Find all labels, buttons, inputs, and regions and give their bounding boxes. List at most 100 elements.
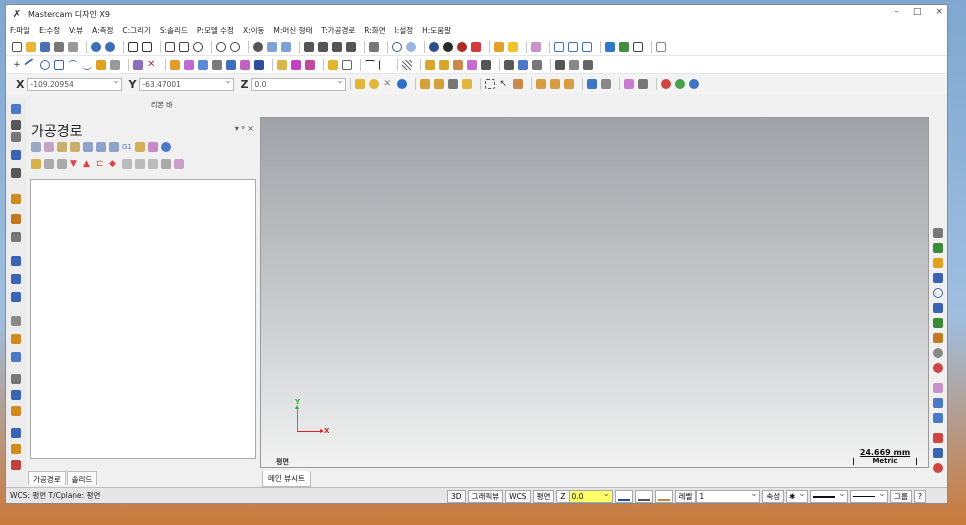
clear-icon[interactable]: ✕ xyxy=(383,79,393,89)
z-depth-input[interactable]: 0.0 xyxy=(568,488,613,503)
r-ban-icon[interactable] xyxy=(933,463,943,473)
xform-offset-icon[interactable] xyxy=(226,59,236,70)
dim-icon[interactable] xyxy=(933,228,943,238)
ok-icon[interactable] xyxy=(675,79,686,89)
r-curve-icon[interactable] xyxy=(933,273,943,283)
gview-iso-icon[interactable] xyxy=(281,41,291,52)
menu-toolpaths[interactable]: T:가공경로 xyxy=(321,25,355,36)
solids-select-icon[interactable] xyxy=(462,79,473,89)
3d-toggle-button[interactable]: 3D xyxy=(447,489,466,503)
unzoom-icon[interactable] xyxy=(216,41,226,52)
verify-select-icon[interactable] xyxy=(513,79,524,89)
close-button[interactable]: × xyxy=(935,7,943,17)
line-icon[interactable] xyxy=(24,57,38,72)
highfeed-icon[interactable] xyxy=(148,142,158,152)
repaint-icon[interactable] xyxy=(142,41,152,52)
drafting-icon[interactable] xyxy=(11,232,21,242)
post-ops-icon[interactable] xyxy=(135,142,145,152)
lock-icon[interactable] xyxy=(31,159,41,169)
stock-icon[interactable] xyxy=(453,59,463,70)
right-view-icon[interactable] xyxy=(332,41,342,52)
xform-stretch-icon[interactable] xyxy=(254,59,264,70)
zoom-out-icon[interactable] xyxy=(230,41,240,52)
settings-icon[interactable] xyxy=(161,159,171,169)
solid-cyl-icon[interactable] xyxy=(11,214,21,224)
r-plus-icon[interactable] xyxy=(933,258,943,268)
tool-2-icon[interactable] xyxy=(11,390,21,400)
r-sphere-icon[interactable] xyxy=(933,348,943,358)
menu-xform[interactable]: X:이동 xyxy=(243,25,264,36)
toggle-posting-icon[interactable] xyxy=(57,159,67,169)
menu-edit[interactable]: E:수정 xyxy=(39,25,60,36)
level-input[interactable]: 1 xyxy=(696,488,761,503)
chamfer-icon[interactable] xyxy=(110,59,120,70)
menu-solids[interactable]: S:솔리드 xyxy=(160,25,188,36)
undo-icon[interactable] xyxy=(91,41,101,52)
graphics-viewport[interactable]: Y X 평면 24.669 mm Metric xyxy=(260,117,929,468)
menu-help[interactable]: H:도움말 xyxy=(422,25,451,36)
z-coord-input[interactable]: 0.0 xyxy=(251,76,347,91)
brush-icon[interactable] xyxy=(531,41,541,52)
gview-button[interactable]: 그래픽뷰 xyxy=(467,489,504,503)
minimize-button[interactable]: – xyxy=(894,7,899,17)
wireframe-icon[interactable] xyxy=(392,41,402,52)
solid-revolve-icon[interactable] xyxy=(291,59,301,70)
fillet-icon[interactable] xyxy=(96,59,106,70)
iso-view-icon[interactable] xyxy=(346,41,356,52)
r-circle-icon[interactable] xyxy=(933,288,943,298)
grid-dots-icon[interactable] xyxy=(11,352,21,362)
r-arc-icon[interactable] xyxy=(933,303,943,313)
note-icon[interactable] xyxy=(328,59,338,70)
color-pencil-2-icon[interactable] xyxy=(508,41,518,52)
mask-arc-icon[interactable] xyxy=(638,79,649,89)
print-icon[interactable] xyxy=(54,41,64,52)
select-icon[interactable] xyxy=(11,104,21,114)
zoom-window-icon[interactable] xyxy=(165,41,175,52)
autocursor-icon[interactable] xyxy=(369,79,380,89)
image-icon[interactable] xyxy=(633,41,643,52)
leader-icon[interactable] xyxy=(342,59,352,70)
xform-rotate-icon[interactable] xyxy=(184,59,194,70)
analyze-icon[interactable] xyxy=(554,41,564,52)
point-icon[interactable]: + xyxy=(12,60,22,70)
help-button[interactable]: ? xyxy=(913,489,926,503)
menu-create[interactable]: C:그리기 xyxy=(122,25,150,36)
surface-icon[interactable] xyxy=(11,150,21,160)
wire-point-icon[interactable] xyxy=(11,120,21,130)
front-view-icon[interactable] xyxy=(318,41,328,52)
pointer-icon[interactable]: ↖ xyxy=(499,79,509,89)
select-failed-ops-icon[interactable] xyxy=(44,142,54,152)
solid-face-icon[interactable] xyxy=(587,79,598,89)
shaded-edges-icon[interactable] xyxy=(443,41,453,52)
tab-solids[interactable]: 솔리드 xyxy=(66,471,98,485)
y-coord-input[interactable]: -63.47001 xyxy=(139,76,235,91)
stock-model-icon[interactable] xyxy=(11,334,21,344)
point-style-select[interactable]: ✱ xyxy=(786,488,809,503)
xform-roll-icon[interactable] xyxy=(240,59,250,70)
backplot-ops-icon[interactable] xyxy=(83,142,93,152)
menu-view[interactable]: V:뷰 xyxy=(69,25,83,36)
window-select-icon[interactable] xyxy=(485,79,496,89)
wire-line-icon[interactable] xyxy=(11,132,21,142)
regenerate-dirty-icon[interactable] xyxy=(70,142,80,152)
color-pencil-icon[interactable] xyxy=(494,41,504,52)
wire-edm-icon[interactable] xyxy=(11,292,21,302)
toggle-display-icon[interactable] xyxy=(44,159,54,169)
edge-select-icon[interactable] xyxy=(564,79,575,89)
cplane-icon[interactable] xyxy=(369,41,379,52)
delete-icon[interactable]: ✕ xyxy=(147,59,157,70)
view-manager-icon[interactable] xyxy=(439,59,449,70)
select-only-icon[interactable] xyxy=(434,79,445,89)
dynamic-rotate-icon[interactable] xyxy=(253,41,263,52)
menu-file[interactable]: F:파일 xyxy=(10,25,30,36)
tab-main-viewsheet[interactable]: 메인 뷰시트 xyxy=(262,471,311,487)
fit-icon[interactable] xyxy=(128,41,138,52)
tool-3-icon[interactable] xyxy=(11,406,21,416)
face-select-icon[interactable] xyxy=(536,79,547,89)
line-style-select[interactable] xyxy=(810,488,849,503)
r-tool-2-icon[interactable] xyxy=(933,398,943,408)
spline-icon[interactable] xyxy=(82,60,92,70)
select-all-icon[interactable] xyxy=(420,79,431,89)
dimension-icon[interactable] xyxy=(568,41,578,52)
ruler-icon[interactable] xyxy=(582,41,592,52)
